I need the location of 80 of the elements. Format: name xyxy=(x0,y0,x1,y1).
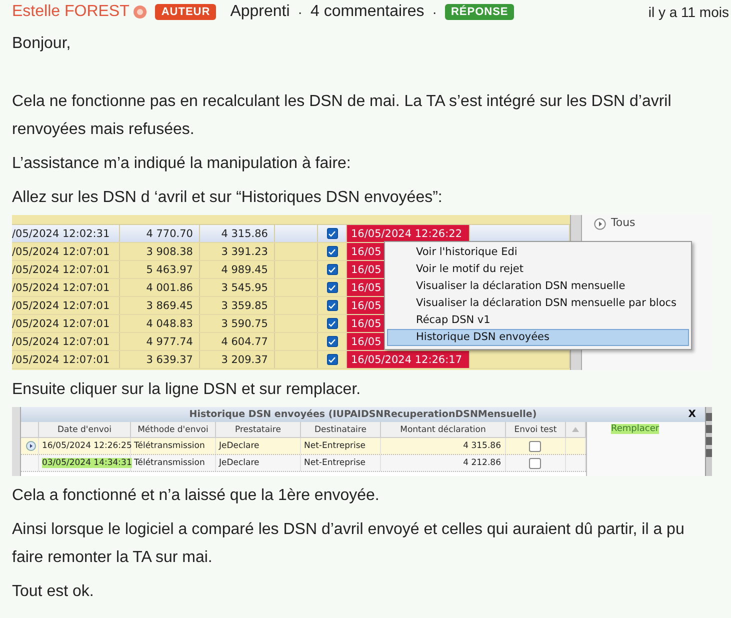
table-cell: 5 463.97 xyxy=(120,261,200,278)
table-cell: JeDeclare xyxy=(216,455,301,471)
checkbox[interactable] xyxy=(326,354,338,365)
table-cell: Net-Entreprise xyxy=(300,438,381,454)
post-paragraph: Cela a fonctionné et n’a laissé que la 1ère envoyée. xyxy=(12,486,380,506)
table-cell: Net-Entreprise xyxy=(300,455,381,471)
table-cell: /05/2024 12:07:01 xyxy=(12,351,120,368)
table-cell: 3 391.23 xyxy=(200,243,275,260)
checkbox[interactable] xyxy=(326,264,338,275)
post-paragraph: Cela ne fonctionne pas en recalculant les DSN de mai. La TA s’est intégré sur les DSN d’avril renvoyées mais refusées. xyxy=(12,92,672,140)
checkbox[interactable] xyxy=(326,318,338,329)
post-paragraph: L’assistance m’a indiqué la manipulation à faire: xyxy=(12,154,352,174)
table-cell: 3 359.85 xyxy=(200,297,275,314)
window-title: Historique DSN envoyées (IUPAIDSNRecuperationDSNMensuelle) xyxy=(189,409,537,420)
close-button[interactable]: X xyxy=(685,407,699,422)
filter-option[interactable]: Tous xyxy=(611,216,636,229)
table-cell: /05/2024 12:02:31 xyxy=(12,225,120,242)
table-row[interactable]: 03/05/2024 14:34:31 Télétransmission JeDeclare Net-Entreprise 4 212.86 xyxy=(20,455,586,472)
table-cell: 4 315.86 xyxy=(380,438,506,454)
table-cell: 3 590.75 xyxy=(200,315,275,332)
column-header[interactable]: Envoi test xyxy=(506,422,566,437)
table-cell: /05/2024 12:07:01 xyxy=(12,297,120,314)
table-cell: 4 604.77 xyxy=(200,333,275,350)
table-cell: /05/2024 12:07:01 xyxy=(12,261,120,278)
table-cell: /05/2024 12:07:01 xyxy=(12,243,120,260)
table-cell: Télétransmission xyxy=(130,438,216,454)
table-cell: 16/05/2024 12:26:25 xyxy=(42,441,132,451)
table-cell: 16/05/2024 12:26:22 xyxy=(347,225,470,242)
table-cell: 3 209.37 xyxy=(200,351,275,368)
table-row[interactable]: /05/2024 12:07:01 3 639.37 3 209.37 16/05/2024 12:26:17 xyxy=(12,351,570,369)
post-time: il y a 11 mois xyxy=(648,4,729,20)
table-cell: 4 212.86 xyxy=(380,455,506,471)
checkbox[interactable] xyxy=(326,336,338,347)
replace-link[interactable]: Remplacer xyxy=(610,424,660,434)
table-cell: 3 869.45 xyxy=(120,297,200,314)
checkbox[interactable] xyxy=(326,282,338,293)
table-cell: 4 770.70 xyxy=(120,225,200,242)
column-header[interactable]: Montant déclaration xyxy=(380,422,506,437)
badge-icon xyxy=(133,5,148,19)
table-cell: 03/05/2024 14:34:31 xyxy=(42,458,132,468)
table-cell: /05/2024 12:07:01 xyxy=(12,279,120,296)
column-header[interactable]: Méthode d'envoi xyxy=(130,422,216,437)
checkbox[interactable] xyxy=(326,300,338,311)
checkbox[interactable] xyxy=(326,246,338,257)
column-header[interactable]: Date d'envoi xyxy=(38,422,131,437)
column-header[interactable]: Destinataire xyxy=(300,422,381,437)
table-row[interactable]: 16/05/2024 12:26:25 Télétransmission JeDeclare Net-Entreprise 4 315.86 xyxy=(20,438,586,455)
side-panel-strip xyxy=(12,407,21,476)
row-indicator-icon xyxy=(26,441,36,451)
checkbox[interactable] xyxy=(529,458,542,468)
separator: · xyxy=(432,4,437,20)
checkbox[interactable] xyxy=(529,440,542,452)
table-cell: 4 977.74 xyxy=(120,333,200,350)
table-cell: 4 315.86 xyxy=(200,225,275,242)
post-paragraph: Bonjour, xyxy=(12,34,72,54)
post-paragraph: Ainsi lorsque le logiciel a comparé les DSN d’avril envoyé et celles qui auraient dû partir, il a pu faire remonter la TA sur mai. xyxy=(12,520,686,568)
post-paragraph: Allez sur les DSN d ‘avril et sur “Historiques DSN envoyées”: xyxy=(12,188,444,208)
table-cell: 4 048.83 xyxy=(120,315,200,332)
table-cell: 3 545.95 xyxy=(200,279,275,296)
post-paragraph: Tout est ok. xyxy=(12,582,95,602)
table-cell: 4 001.86 xyxy=(120,279,200,296)
play-icon[interactable] xyxy=(594,218,606,230)
column-header[interactable]: Prestataire xyxy=(216,422,301,437)
table-cell: /05/2024 12:07:01 xyxy=(12,315,120,332)
table-cell: JeDeclare xyxy=(216,438,301,454)
menu-item[interactable]: Historique DSN envoyées xyxy=(387,329,689,346)
table-cell: 16/05/2024 12:26:17 xyxy=(347,351,470,368)
table-cell: 3 639.37 xyxy=(120,351,200,368)
table-cell: 4 989.45 xyxy=(200,261,275,278)
rank-label: Apprenti xyxy=(230,3,290,21)
table-cell: Télétransmission xyxy=(130,455,216,471)
table-cell: 3 908.38 xyxy=(120,243,200,260)
author-badge: AUTEUR xyxy=(155,4,216,20)
post-paragraph: Ensuite cliquer sur la ligne DSN et sur remplacer. xyxy=(12,380,362,400)
table-cell: /05/2024 12:07:01 xyxy=(12,333,120,350)
separator: · xyxy=(298,4,302,20)
comment-count[interactable]: 4 commentaires xyxy=(310,3,424,21)
table-row[interactable]: /05/2024 12:02:31 4 770.70 4 315.86 16/05/2024 12:26:22 xyxy=(12,225,570,243)
answer-badge: RÉPONSE xyxy=(444,4,514,20)
checkbox[interactable] xyxy=(326,228,338,239)
